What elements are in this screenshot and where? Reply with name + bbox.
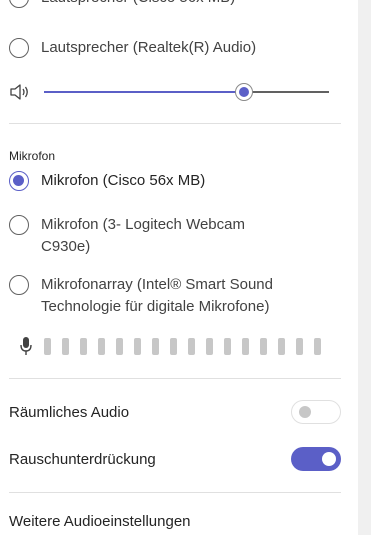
level-bar [116, 337, 123, 355]
radio-button[interactable] [9, 215, 29, 235]
more-audio-settings-link[interactable]: Weitere Audioeinstellungen [9, 513, 191, 530]
audio-settings-panel: Lautsprecher (Cisco 56x MB) Lautsprecher… [0, 0, 358, 535]
spatial-audio-label: Räumliches Audio [9, 403, 130, 421]
level-bar [278, 337, 285, 355]
divider [9, 492, 341, 493]
level-bar [134, 337, 141, 355]
microphone-option-intel-array[interactable]: Mikrofonarray (Intel® Smart Sound Techno… [9, 274, 339, 318]
volume-slider-thumb[interactable] [234, 83, 253, 101]
microphone-section-label: Mikrofon [9, 149, 56, 163]
level-bar [242, 337, 249, 355]
spatial-audio-toggle[interactable] [291, 400, 341, 424]
speaker-option-cisco[interactable]: Lautsprecher (Cisco 56x MB) [9, 0, 235, 9]
noise-suppression-row: Rauschunterdrückung [9, 446, 341, 472]
microphone-icon [20, 336, 32, 356]
radio-button-selected[interactable] [9, 171, 29, 191]
speaker-option-label: Lautsprecher (Cisco 56x MB) [41, 0, 235, 9]
microphone-option-label: Mikrofonarray (Intel® Smart Sound Techno… [41, 276, 273, 315]
level-bar [314, 337, 321, 355]
volume-slider-track [243, 91, 329, 93]
volume-slider-fill [44, 91, 244, 93]
scrollbar-track[interactable] [358, 0, 371, 535]
level-bar [98, 337, 105, 355]
microphone-option-cisco[interactable]: Mikrofon (Cisco 56x MB) [9, 170, 205, 192]
radio-button[interactable] [9, 275, 29, 295]
speaker-option-label: Lautsprecher (Realtek(R) Audio) [41, 39, 257, 56]
spatial-audio-row: Räumliches Audio [9, 399, 341, 425]
level-bar [80, 337, 87, 355]
level-bar [188, 337, 195, 355]
divider [9, 378, 341, 379]
noise-suppression-label: Rauschunterdrückung [9, 450, 156, 468]
microphone-option-label: Mikrofon (3- Logitech Webcam C930e) [41, 216, 245, 255]
level-bar [44, 337, 51, 355]
volume-slider[interactable] [9, 82, 339, 102]
speaker-icon [9, 82, 33, 102]
microphone-level-meter [20, 336, 321, 356]
level-bar [170, 337, 177, 355]
level-bar [224, 337, 231, 355]
microphone-option-label: Mikrofon (Cisco 56x MB) [41, 172, 206, 189]
radio-button[interactable] [9, 0, 29, 8]
microphone-level-bars [44, 337, 321, 355]
noise-suppression-toggle[interactable] [291, 447, 341, 471]
level-bar [62, 337, 69, 355]
level-bar [206, 337, 213, 355]
radio-button[interactable] [9, 38, 29, 58]
microphone-option-logitech[interactable]: Mikrofon (3- Logitech Webcam C930e) [9, 214, 309, 258]
level-bar [260, 337, 267, 355]
divider [9, 123, 341, 124]
level-bar [296, 337, 303, 355]
speaker-option-realtek[interactable]: Lautsprecher (Realtek(R) Audio) [9, 37, 256, 59]
level-bar [152, 337, 159, 355]
